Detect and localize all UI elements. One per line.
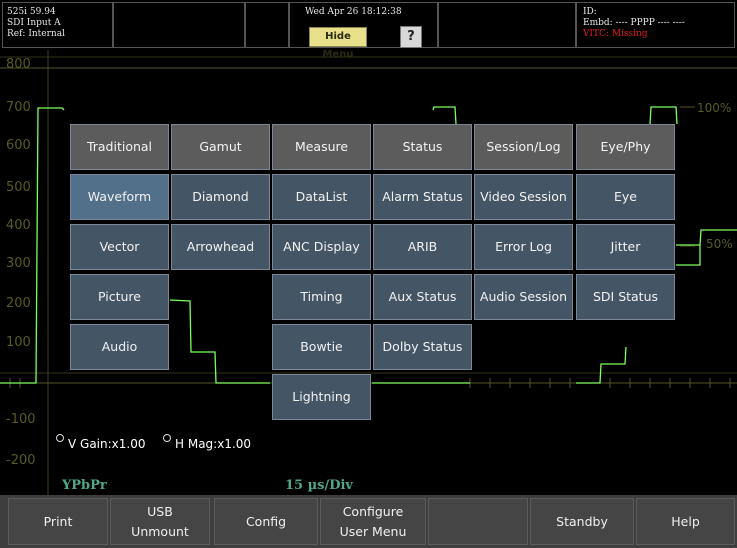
menu-item-anc-display[interactable]: ANC Display: [272, 224, 371, 270]
status-cell-5: [438, 2, 576, 48]
color-space-label: YPbPr: [62, 478, 107, 493]
waveform-graph: 800 700 600 500 400 300 200 100 -100 -20…: [0, 50, 737, 495]
format-text: 525i 59.94: [7, 7, 56, 17]
menu-header-measure[interactable]: Measure: [272, 124, 371, 170]
y-tick-800: 800: [6, 57, 31, 72]
status-cell-2: [113, 2, 245, 48]
vitc-warning-text: VITC: Missing: [583, 29, 648, 39]
config-label: Config: [245, 513, 287, 529]
y-tick-700: 700: [6, 100, 31, 115]
y-tick-minus-200: -200: [6, 453, 36, 468]
menu-item-timing[interactable]: Timing: [272, 274, 371, 320]
y-tick-400: 400: [6, 218, 31, 233]
input-status-cell: 525i 59.94 SDI Input A Ref: Internal: [2, 2, 113, 48]
y-tick-600: 600: [6, 138, 31, 153]
menu-item-arrowhead[interactable]: Arrowhead: [171, 224, 270, 270]
hide-menu-button[interactable]: Hide Menu: [309, 27, 367, 60]
menu-header-eye-phy[interactable]: Eye/Phy: [576, 124, 675, 170]
configure-label-line2: User Menu: [339, 523, 407, 539]
menu-item-bowtie[interactable]: Bowtie: [272, 324, 371, 370]
menu-header-status[interactable]: Status: [373, 124, 472, 170]
status-bar: 525i 59.94 SDI Input A Ref: Internal Wed…: [0, 0, 737, 60]
v-gain-readout[interactable]: V Gain:x1.00: [56, 434, 145, 451]
v-gain-text: V Gain:x1.00: [68, 437, 146, 451]
menu-header-gamut[interactable]: Gamut: [171, 124, 270, 170]
print-button[interactable]: Print: [8, 498, 108, 545]
soft-key-bar: Print USB Unmount Config Configure User Me…: [0, 495, 737, 548]
menu-header-traditional[interactable]: Traditional: [70, 124, 169, 170]
blank-soft-key[interactable]: [428, 498, 528, 545]
menu-header-session-log[interactable]: Session/Log: [474, 124, 573, 170]
menu-item-dolby-status[interactable]: Dolby Status: [373, 324, 472, 370]
y-tick-200: 200: [6, 296, 31, 311]
h-mag-radio-icon: [163, 434, 171, 442]
aux-status-cell: ID: Embd: ---- PPPP ---- ---- VITC: Miss…: [576, 2, 735, 48]
menu-item-aux-status[interactable]: Aux Status: [373, 274, 472, 320]
menu-item-eye[interactable]: Eye: [576, 174, 675, 220]
print-label: Print: [43, 513, 73, 529]
menu-item-waveform[interactable]: Waveform: [70, 174, 169, 220]
usb-label-line1: USB: [147, 503, 173, 519]
input-text: SDI Input A: [7, 18, 61, 28]
status-cell-3: [245, 2, 289, 48]
menu-item-audio-session[interactable]: Audio Session: [474, 274, 573, 320]
ref-text: Ref: Internal: [7, 29, 65, 39]
menu-item-error-log[interactable]: Error Log: [474, 224, 573, 270]
y-tick-300: 300: [6, 256, 31, 271]
menu-item-audio[interactable]: Audio: [70, 324, 169, 370]
waveform-trace-svg: [0, 50, 737, 495]
menu-item-arib[interactable]: ARIB: [373, 224, 472, 270]
y-tick-500: 500: [6, 180, 31, 195]
help-button[interactable]: Help: [636, 498, 735, 545]
menu-item-diamond[interactable]: Diamond: [171, 174, 270, 220]
menu-item-jitter[interactable]: Jitter: [576, 224, 675, 270]
menu-item-vector[interactable]: Vector: [70, 224, 169, 270]
id-text: ID:: [583, 7, 597, 17]
usb-unmount-button[interactable]: USB Unmount: [110, 498, 210, 545]
menu-item-alarm-status[interactable]: Alarm Status: [373, 174, 472, 220]
datetime-text: Wed Apr 26 18:12:38: [305, 7, 402, 17]
menu-item-lightning[interactable]: Lightning: [272, 374, 371, 420]
help-label: Help: [671, 513, 700, 529]
menu-item-sdi-status[interactable]: SDI Status: [576, 274, 675, 320]
h-mag-readout[interactable]: H Mag:x1.00: [163, 434, 251, 451]
y-tick-minus-100: -100: [6, 412, 36, 427]
usb-label-line2: Unmount: [131, 523, 189, 539]
right-label-50: 50%: [706, 237, 733, 251]
menu-item-datalist[interactable]: DataList: [272, 174, 371, 220]
config-button[interactable]: Config: [214, 498, 318, 545]
y-tick-100: 100: [6, 335, 31, 350]
h-mag-text: H Mag:x1.00: [175, 437, 252, 451]
right-label-100: 100%: [697, 101, 732, 115]
embd-text: Embd: ---- PPPP ---- ----: [583, 18, 685, 28]
configure-user-menu-button[interactable]: Configure User Menu: [320, 498, 426, 545]
configure-label-line1: Configure: [342, 503, 404, 519]
menu-item-video-session[interactable]: Video Session: [474, 174, 573, 220]
standby-button[interactable]: Standby: [530, 498, 634, 545]
v-gain-radio-icon: [56, 434, 64, 442]
menu-item-picture[interactable]: Picture: [70, 274, 169, 320]
time-div-label: 15 µs/Div: [285, 478, 353, 493]
help-question-button[interactable]: ?: [400, 26, 422, 48]
standby-label: Standby: [556, 513, 608, 529]
waveform-monitor-screen: 525i 59.94 SDI Input A Ref: Internal Wed…: [0, 0, 737, 548]
